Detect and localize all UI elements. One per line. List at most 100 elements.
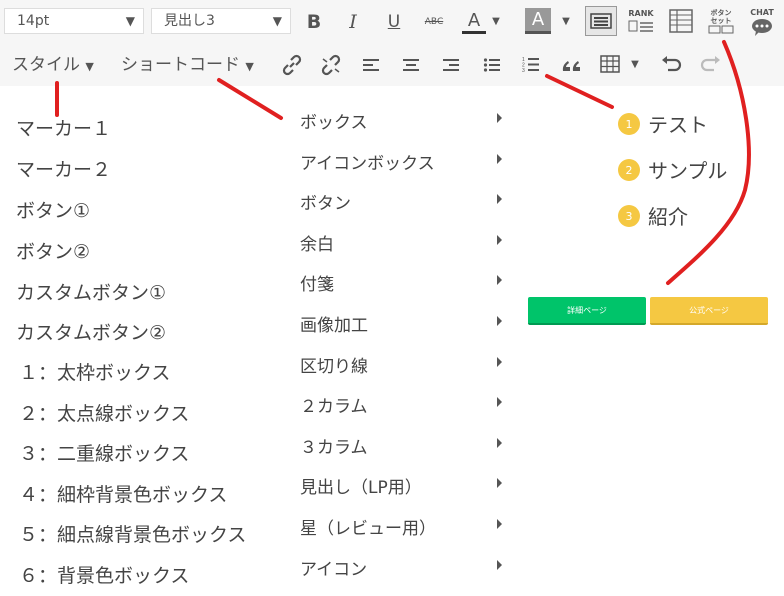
shortcode-menu-item[interactable]: 付箋 bbox=[300, 270, 334, 295]
align-right-icon bbox=[443, 59, 459, 71]
submenu-arrow-icon bbox=[497, 438, 502, 448]
official-page-button-preview: 公式ページ bbox=[650, 297, 768, 325]
strikethrough-button[interactable]: ABC bbox=[421, 12, 447, 32]
submenu-arrow-icon bbox=[497, 275, 502, 285]
insert-link-button[interactable] bbox=[280, 53, 304, 77]
editor-toolbar-row-1: 14pt ▼ 見出し3 ▼ B I U ABC A ▼ A ▼ RANK ボタン… bbox=[0, 0, 784, 42]
numbered-list-button[interactable]: 1 2 3 bbox=[520, 54, 542, 76]
style-menu-item[interactable]: ３：二重線ボックス bbox=[19, 439, 189, 466]
style-menu-button[interactable]: スタイル ▼ bbox=[12, 55, 94, 77]
undo-icon bbox=[662, 56, 682, 72]
rank-label: RANK bbox=[628, 9, 654, 18]
align-left-button[interactable] bbox=[360, 54, 382, 76]
redo-button[interactable] bbox=[699, 52, 723, 76]
align-center-button[interactable] bbox=[400, 54, 422, 76]
numbered-list-item-text: テスト bbox=[648, 113, 708, 137]
shortcode-menu-item[interactable]: 見出し（LP用） bbox=[300, 473, 422, 498]
numbered-list-icon: 1 2 3 bbox=[522, 57, 539, 74]
submenu-arrow-icon bbox=[497, 316, 502, 326]
submenu-arrow-icon bbox=[497, 113, 502, 123]
font-size-select[interactable]: 14pt ▼ bbox=[4, 8, 144, 34]
style-menu-label: スタイル bbox=[12, 55, 80, 75]
numbered-list-item-text: 紹介 bbox=[648, 205, 688, 229]
align-left-icon bbox=[363, 59, 379, 71]
style-menu-item[interactable]: カスタムボタン② bbox=[16, 318, 166, 345]
shortcode-menu-item[interactable]: 星（レビュー用） bbox=[300, 514, 436, 539]
style-menu-item[interactable]: マーカー１ bbox=[16, 114, 111, 141]
style-menu-item[interactable]: ５：細点線背景色ボックス bbox=[19, 520, 246, 547]
chat-button[interactable]: CHAT bbox=[746, 6, 778, 38]
style-menu-item[interactable]: ボタン② bbox=[16, 237, 90, 264]
submenu-arrow-icon bbox=[497, 478, 502, 488]
style-menu-item[interactable]: ２：太点線ボックス bbox=[19, 399, 189, 426]
shortcode-menu-item[interactable]: ボタン bbox=[300, 189, 351, 214]
block-format-value: 見出し3 bbox=[164, 13, 215, 29]
chevron-down-icon[interactable]: ▼ bbox=[491, 14, 501, 28]
shortcode-menu-item[interactable]: ２カラム bbox=[300, 392, 368, 417]
bullet-list-button[interactable] bbox=[481, 54, 503, 76]
underline-button[interactable]: U bbox=[383, 10, 405, 34]
shortcode-menu-item[interactable]: ボックス bbox=[300, 108, 368, 133]
chevron-down-icon: ▼ bbox=[85, 60, 94, 73]
table-list-icon bbox=[669, 9, 693, 33]
submenu-arrow-icon bbox=[497, 235, 502, 245]
shortcode-menu-button[interactable]: ショートコード ▼ bbox=[121, 55, 254, 77]
number-badge: 1 bbox=[618, 113, 640, 135]
chat-bubble-icon bbox=[752, 19, 772, 36]
submenu-arrow-icon bbox=[497, 397, 502, 407]
style-menu-item[interactable]: マーカー２ bbox=[16, 155, 111, 182]
font-size-value: 14pt bbox=[17, 13, 50, 29]
unlink-icon bbox=[321, 54, 341, 76]
shortcode-menu-item[interactable]: 区切り線 bbox=[300, 352, 368, 377]
blockquote-button[interactable] bbox=[560, 54, 584, 76]
shortcode-menu-item[interactable]: アイコン bbox=[300, 555, 367, 580]
chevron-down-icon: ▼ bbox=[245, 60, 254, 73]
align-right-button[interactable] bbox=[440, 54, 462, 76]
italic-button[interactable]: I bbox=[342, 10, 364, 34]
style-menu-item[interactable]: カスタムボタン① bbox=[16, 278, 166, 305]
button-set-label-line1: ボタン bbox=[710, 9, 732, 17]
editor-toolbar-row-2: スタイル ▼ ショートコード ▼ 1 2 3 ▼ bbox=[0, 42, 784, 86]
block-format-select[interactable]: 見出し3 ▼ bbox=[151, 8, 291, 34]
number-badge: 2 bbox=[618, 159, 640, 181]
style-menu-item[interactable]: ６：背景色ボックス bbox=[19, 561, 189, 588]
shortcode-menu-item[interactable]: 余白 bbox=[300, 230, 334, 255]
chevron-down-icon: ▼ bbox=[272, 14, 282, 28]
submenu-arrow-icon bbox=[497, 357, 502, 367]
detail-page-button-preview: 詳細ページ bbox=[528, 297, 646, 325]
style-menu-item[interactable]: ボタン① bbox=[16, 196, 90, 223]
quote-icon bbox=[562, 61, 580, 71]
ranking-icon bbox=[628, 20, 653, 32]
button-set-label-line2: セット bbox=[710, 17, 732, 25]
chevron-down-icon[interactable]: ▼ bbox=[561, 14, 571, 28]
submenu-arrow-icon bbox=[497, 194, 502, 204]
chevron-down-icon[interactable]: ▼ bbox=[629, 58, 641, 70]
shortcode-menu-item[interactable]: ３カラム bbox=[300, 433, 368, 458]
submenu-arrow-icon bbox=[497, 560, 502, 570]
text-color-button[interactable]: A bbox=[462, 10, 486, 34]
number-badge: 3 bbox=[618, 205, 640, 227]
link-icon bbox=[282, 54, 302, 76]
align-center-icon bbox=[403, 59, 419, 71]
button-set-button[interactable]: ボタン セット bbox=[704, 6, 738, 38]
submenu-arrow-icon bbox=[497, 519, 502, 529]
redo-icon bbox=[700, 56, 720, 72]
bold-button[interactable]: B bbox=[303, 10, 325, 34]
comparison-table-button[interactable] bbox=[668, 8, 694, 34]
toolbar-toggle-button[interactable] bbox=[585, 6, 617, 36]
undo-button[interactable] bbox=[659, 52, 683, 76]
style-menu-item[interactable]: ４：細枠背景色ボックス bbox=[19, 480, 227, 507]
style-menu-item[interactable]: １：太枠ボックス bbox=[19, 358, 170, 385]
svg-text:3: 3 bbox=[522, 68, 525, 74]
shortcode-menu-item[interactable]: アイコンボックス bbox=[300, 149, 435, 174]
submenu-arrow-icon bbox=[497, 154, 502, 164]
keyboard-icon bbox=[590, 13, 612, 29]
background-color-button[interactable]: A bbox=[525, 8, 551, 34]
ranking-button[interactable]: RANK bbox=[626, 6, 656, 36]
shortcode-menu-item[interactable]: 画像加工 bbox=[300, 311, 368, 336]
insert-table-button[interactable] bbox=[598, 52, 622, 76]
table-icon bbox=[600, 55, 620, 73]
button-set-icon bbox=[708, 25, 734, 34]
remove-link-button[interactable] bbox=[319, 53, 343, 77]
chevron-down-icon: ▼ bbox=[125, 14, 135, 28]
